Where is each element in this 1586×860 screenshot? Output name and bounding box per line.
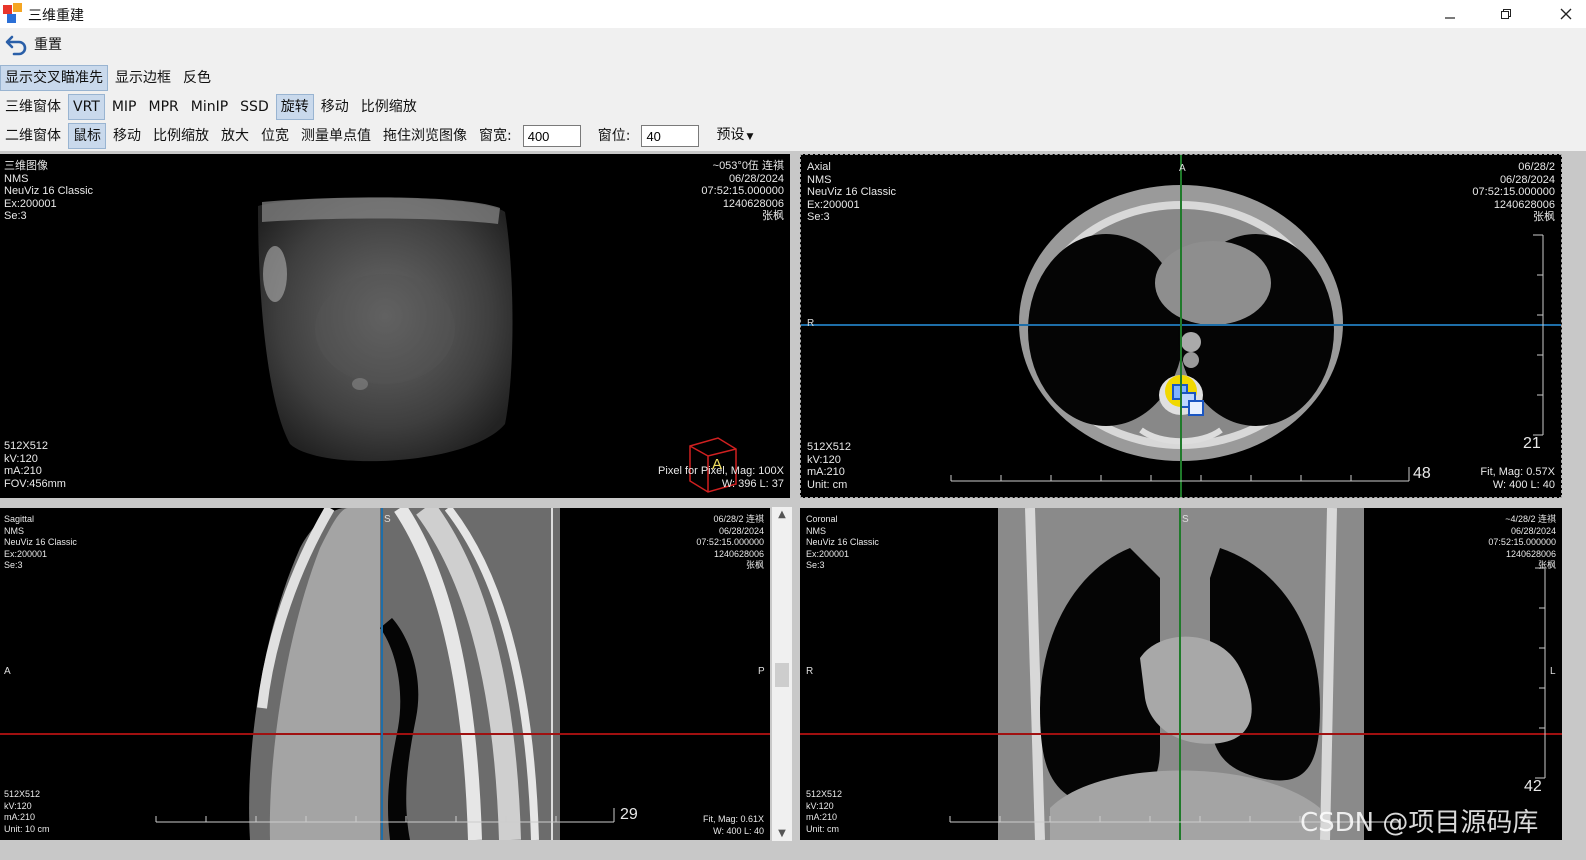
bit-width-button[interactable]: 位宽 [256, 123, 294, 149]
chevron-down-icon: ▼ [746, 132, 754, 142]
toggle-crosshair-button[interactable]: 显示交叉瞄准先 [0, 65, 108, 91]
watermark: CSDN @项目源码库 [1300, 808, 1539, 838]
window-width-label: 窗宽: [479, 128, 512, 144]
scroll-down-icon[interactable]: ▼ [772, 828, 792, 839]
sagittal-viewport[interactable]: Sagittal NMS NeuViz 16 Classic Ex:200001… [0, 508, 770, 840]
window-level-label: 窗位: [597, 128, 631, 144]
axial-info-bottom-right: Fit, Mag: 0.57X W: 400 L: 40 [1480, 466, 1555, 491]
sagittal-info-top-right: 06/28/2 连祺 06/28/2024 07:52:15.000000 12… [696, 514, 764, 570]
sagittal-orient-top: S [384, 514, 391, 525]
vr-viewport[interactable]: 三维图像 NMS NeuViz 16 Classic Ex:200001 Se:… [0, 154, 790, 498]
move-3d-button[interactable]: 移动 [316, 94, 354, 120]
vr-volume-render [258, 197, 737, 493]
sagittal-info-bottom-right: Fit, Mag: 0.61X W: 400 L: 40 [702, 814, 764, 836]
scale-2d-button[interactable]: 比例缩放 [148, 123, 214, 149]
axial-info-top-right: 06/28/2 06/28/2024 07:52:15.000000 12406… [1472, 161, 1555, 223]
preset-dropdown[interactable]: 预设 ▼ [711, 122, 758, 150]
axial-ruler-number: 48 [1413, 465, 1431, 482]
coronal-info-top-left: Coronal NMS NeuViz 16 Classic Ex:200001 … [806, 514, 879, 570]
reset-button[interactable]: 重置 [4, 31, 62, 57]
2d-tools-row: 二维窗体 鼠标 移动 比例缩放 放大 位宽 测量单点值 拖住浏览图像 窗宽: 窗… [0, 122, 760, 150]
close-button[interactable] [1546, 2, 1586, 26]
axial-orient-top: A [1179, 163, 1186, 174]
scale-3d-button[interactable]: 比例缩放 [356, 94, 422, 120]
window-level-input[interactable] [641, 125, 700, 147]
axial-info-top-left: Axial NMS NeuViz 16 Classic Ex:200001 Se… [807, 161, 897, 223]
axial-ruler-vertical [1533, 234, 1544, 436]
sagittal-ct-image [0, 508, 770, 840]
sagittal-ruler-number: 29 [620, 806, 638, 823]
app-icon [3, 3, 23, 23]
toggle-border-button[interactable]: 显示边框 [110, 65, 176, 91]
sagittal-orient-left: A [4, 666, 11, 677]
measure-point-button[interactable]: 测量单点值 [296, 123, 376, 149]
coronal-ruler-vertical [1535, 567, 1546, 779]
window-title: 三维重建 [28, 8, 84, 24]
axial-info-bottom-left: 512X512 kV:120 mA:210 Unit: cm [807, 441, 852, 491]
sagittal-info-bottom-left: 512X512 kV:120 mA:210 Unit: 10 cm [4, 789, 50, 834]
vrt-button[interactable]: VRT [68, 94, 105, 120]
scrollbar-thumb[interactable] [775, 663, 789, 687]
title-bar: 三维重建 [0, 0, 1586, 28]
sagittal-orient-right: P [758, 666, 765, 677]
mouse-button[interactable]: 鼠标 [68, 123, 106, 149]
drag-browse-button[interactable]: 拖住浏览图像 [378, 123, 472, 149]
coronal-viewport[interactable]: Coronal NMS NeuViz 16 Classic Ex:200001 … [800, 508, 1562, 840]
2d-window-label: 二维窗体 [5, 128, 61, 144]
rotate-button[interactable]: 旋转 [275, 94, 314, 120]
minimize-icon [1445, 17, 1455, 19]
render-mode-row: 三维窗体 VRT MIP MPR MinIP SSD 旋转 移动 比例缩放 [0, 93, 424, 121]
vr-info-top-right: ~053°0伍 连祺 06/28/2024 07:52:15.000000 12… [701, 160, 784, 222]
vr-info-top-left: 三维图像 NMS NeuViz 16 Classic Ex:200001 Se:… [4, 160, 94, 222]
coronal-ct-image [800, 508, 1562, 840]
coronal-orient-left: R [806, 666, 814, 677]
move-2d-button[interactable]: 移动 [108, 123, 146, 149]
minip-button[interactable]: MinIP [186, 94, 233, 120]
close-icon [1560, 8, 1572, 20]
viewport-area: 三维图像 NMS NeuViz 16 Classic Ex:200001 Se:… [0, 151, 1586, 860]
viewport-scrollbar[interactable]: ▲ ▼ [772, 507, 792, 841]
display-options-row: 显示交叉瞄准先 显示边框 反色 [0, 64, 218, 92]
vr-info-bottom-left: 512X512 kV:120 mA:210 FOV:456mm [4, 440, 66, 490]
axial-viewport[interactable]: Axial NMS NeuViz 16 Classic Ex:200001 Se… [800, 154, 1562, 498]
window-width-input[interactable] [522, 125, 581, 147]
reset-label: 重置 [34, 37, 62, 53]
preset-label: 预设 [716, 127, 745, 143]
mpr-button[interactable]: MPR [144, 94, 184, 120]
zoom-button[interactable]: 放大 [216, 123, 254, 149]
orientation-cube-label: A [712, 456, 723, 473]
invert-button[interactable]: 反色 [178, 65, 216, 91]
restore-button[interactable] [1486, 2, 1526, 26]
scroll-up-icon[interactable]: ▲ [772, 509, 792, 520]
axial-orient-left: R [807, 318, 815, 329]
mip-button[interactable]: MIP [107, 94, 142, 120]
axial-ct-image [801, 155, 1561, 497]
coronal-orient-top: S [1182, 514, 1189, 525]
coronal-info-top-right: ~4/28/2 连祺 06/28/2024 07:52:15.000000 12… [1488, 514, 1556, 570]
axial-slice-number: 21 [1523, 435, 1541, 452]
coronal-slice-number: 42 [1524, 778, 1542, 795]
3d-window-label: 三维窗体 [5, 99, 61, 115]
restore-icon [1501, 9, 1511, 19]
coronal-orient-right: L [1550, 666, 1556, 677]
ssd-button[interactable]: SSD [235, 94, 274, 120]
minimize-button[interactable] [1430, 2, 1470, 26]
coronal-info-bottom-left: 512X512 kV:120 mA:210 Unit: cm [806, 789, 843, 834]
undo-icon [5, 35, 27, 56]
sagittal-info-top-left: Sagittal NMS NeuViz 16 Classic Ex:200001… [4, 514, 77, 570]
